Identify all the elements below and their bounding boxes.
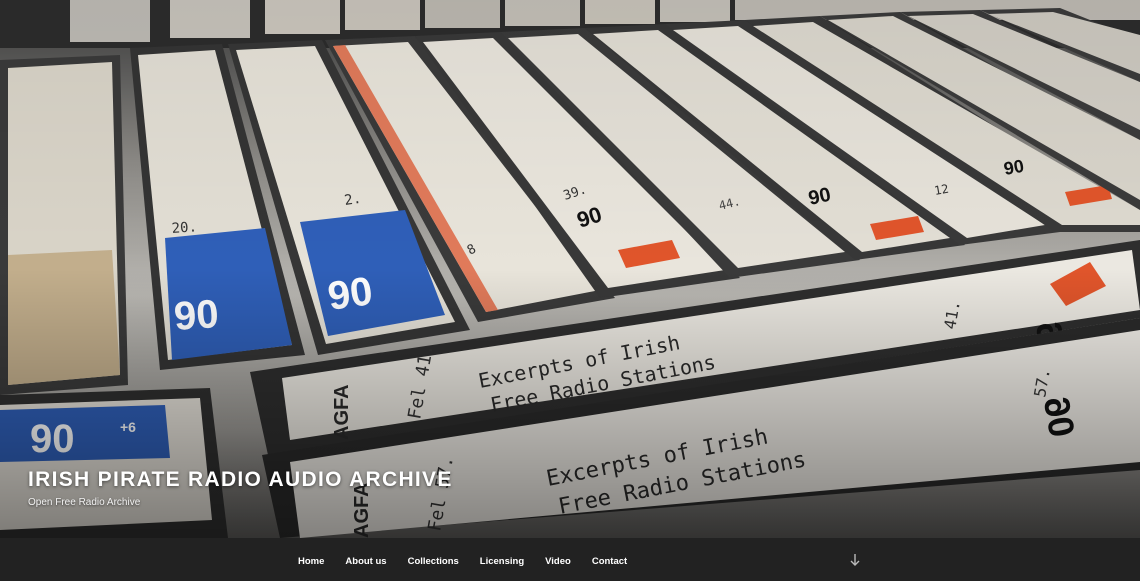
nav-link-collections[interactable]: Collections	[408, 556, 459, 567]
nav-menu: Home About us Collections Licensing Vide…	[298, 538, 648, 581]
svg-text:2.: 2.	[343, 191, 362, 209]
cassette-tapes-photo: 90 20. 90 2. 8 39. 90 44. 90 12 90 AGFA …	[0, 0, 1140, 538]
nav-link-contact[interactable]: Contact	[592, 556, 627, 567]
scroll-down-button[interactable]	[848, 552, 862, 568]
site-title-link[interactable]: IRISH PIRATE RADIO AUDIO ARCHIVE	[28, 468, 453, 492]
arrow-down-icon	[850, 554, 860, 566]
nav-item-contact: Contact	[592, 551, 627, 569]
main-navigation: Home About us Collections Licensing Vide…	[0, 538, 1140, 581]
nav-link-about-us[interactable]: About us	[345, 556, 386, 567]
nav-link-video[interactable]: Video	[545, 556, 571, 567]
svg-text:90: 90	[30, 417, 75, 461]
svg-text:90: 90	[1002, 156, 1025, 179]
svg-text:90: 90	[1036, 394, 1083, 441]
site-branding: IRISH PIRATE RADIO AUDIO ARCHIVE Open Fr…	[28, 468, 453, 508]
svg-text:90: 90	[325, 269, 375, 319]
svg-text:12: 12	[933, 182, 950, 198]
svg-text:AGFA: AGFA	[331, 384, 353, 440]
nav-item-licensing: Licensing	[480, 551, 524, 569]
nav-link-home[interactable]: Home	[298, 556, 324, 567]
svg-text:90: 90	[806, 184, 832, 210]
svg-text:90: 90	[173, 292, 220, 339]
nav-item-about: About us	[345, 551, 386, 569]
svg-text:+6: +6	[120, 419, 136, 435]
nav-item-collections: Collections	[408, 551, 459, 569]
nav-item-home: Home	[298, 551, 324, 569]
nav-link-licensing[interactable]: Licensing	[480, 556, 524, 567]
nav-item-video: Video	[545, 551, 571, 569]
page: 90 20. 90 2. 8 39. 90 44. 90 12 90 AGFA …	[0, 0, 1140, 581]
svg-text:20.: 20.	[171, 219, 197, 237]
site-description: Open Free Radio Archive	[28, 497, 141, 508]
hero-header-image: 90 20. 90 2. 8 39. 90 44. 90 12 90 AGFA …	[0, 0, 1140, 538]
